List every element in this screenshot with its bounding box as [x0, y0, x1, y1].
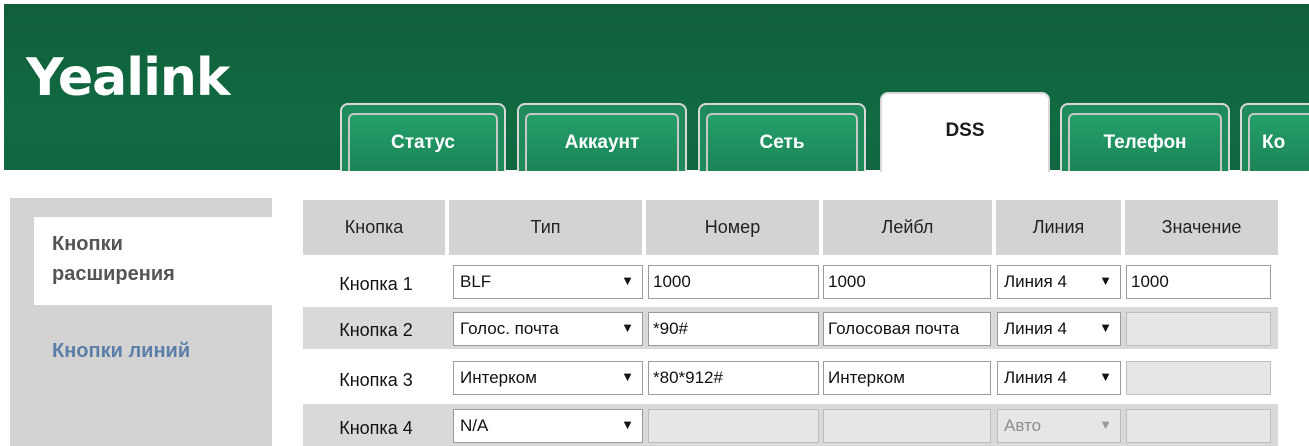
row-button-name: Кнопка 1	[339, 274, 413, 294]
line-select[interactable]: Линия 4 ▼	[997, 361, 1121, 395]
type-select-value: Интерком	[460, 368, 537, 387]
dropdown-arrow-icon: ▼	[621, 273, 634, 288]
label-input[interactable]	[823, 409, 991, 443]
tab-account-label: Аккаунт	[525, 113, 679, 171]
dropdown-arrow-icon: ▼	[1099, 273, 1112, 288]
value-input[interactable]	[1126, 312, 1271, 346]
dropdown-arrow-icon: ▼	[621, 320, 634, 335]
dropdown-arrow-icon: ▼	[621, 369, 634, 384]
col-header-button: Кнопка	[303, 200, 445, 255]
tab-status[interactable]: Статус	[340, 103, 506, 171]
value-input[interactable]	[1126, 409, 1271, 443]
line-select[interactable]: Авто ▼	[997, 409, 1121, 443]
tab-account[interactable]: Аккаунт	[517, 103, 687, 171]
dropdown-arrow-icon: ▼	[1099, 320, 1112, 335]
brand-logo: Yealink	[26, 48, 230, 108]
col-header-label: Лейбл	[823, 200, 992, 255]
tab-phone-label: Телефон	[1068, 113, 1222, 171]
dropdown-arrow-icon: ▼	[1099, 369, 1112, 384]
row-button-name: Кнопка 3	[339, 370, 413, 390]
label-input[interactable]: Голосовая почта	[823, 312, 991, 346]
row-button-name: Кнопка 2	[339, 320, 413, 340]
dropdown-arrow-icon: ▼	[621, 417, 634, 432]
tab-contacts[interactable]: Ко	[1240, 103, 1309, 171]
value-input[interactable]: 1000	[1126, 265, 1271, 299]
type-select[interactable]: Интерком ▼	[453, 361, 643, 395]
app-frame: Yealink Статус Аккаунт Сеть DSS Телефон …	[0, 0, 1309, 446]
line-select-value: Авто	[1004, 416, 1042, 435]
number-input[interactable]	[648, 409, 819, 443]
number-input[interactable]: 1000	[648, 265, 819, 299]
label-input[interactable]: Интерком	[823, 361, 991, 395]
type-select[interactable]: Голос. почта ▼	[453, 312, 643, 346]
type-select[interactable]: BLF ▼	[453, 265, 643, 299]
number-input[interactable]: *90#	[648, 312, 819, 346]
type-select[interactable]: N/A ▼	[453, 409, 643, 443]
value-input[interactable]	[1126, 361, 1271, 395]
line-select-value: Линия 4	[1004, 272, 1067, 291]
tab-network[interactable]: Сеть	[698, 103, 866, 171]
col-header-value: Значение	[1125, 200, 1278, 255]
col-header-line: Линия	[996, 200, 1121, 255]
tab-network-label: Сеть	[706, 113, 858, 171]
label-input[interactable]: 1000	[823, 265, 991, 299]
tab-dss-label: DSS	[888, 102, 1042, 172]
sidebar-item-expansion-keys[interactable]: Кнопки расширения	[52, 229, 175, 289]
line-select[interactable]: Линия 4 ▼	[997, 265, 1121, 299]
row-button-name: Кнопка 4	[339, 418, 413, 438]
type-select-value: N/A	[460, 416, 489, 435]
col-header-type: Тип	[449, 200, 642, 255]
line-select-value: Линия 4	[1004, 368, 1067, 387]
number-input[interactable]: *80*912#	[648, 361, 819, 395]
header-base	[4, 170, 1309, 200]
line-select[interactable]: Линия 4 ▼	[997, 312, 1121, 346]
tab-status-label: Статус	[348, 113, 498, 171]
type-select-value: BLF	[460, 272, 492, 291]
sidebar-item-line-keys[interactable]: Кнопки линий	[52, 336, 190, 366]
col-header-number: Номер	[646, 200, 819, 255]
type-select-value: Голос. почта	[460, 319, 559, 338]
tab-phone[interactable]: Телефон	[1060, 103, 1230, 171]
dropdown-arrow-icon: ▼	[1099, 417, 1112, 432]
line-select-value: Линия 4	[1004, 319, 1067, 338]
tab-contacts-label: Ко	[1248, 113, 1309, 171]
tab-dss[interactable]: DSS	[880, 92, 1050, 172]
